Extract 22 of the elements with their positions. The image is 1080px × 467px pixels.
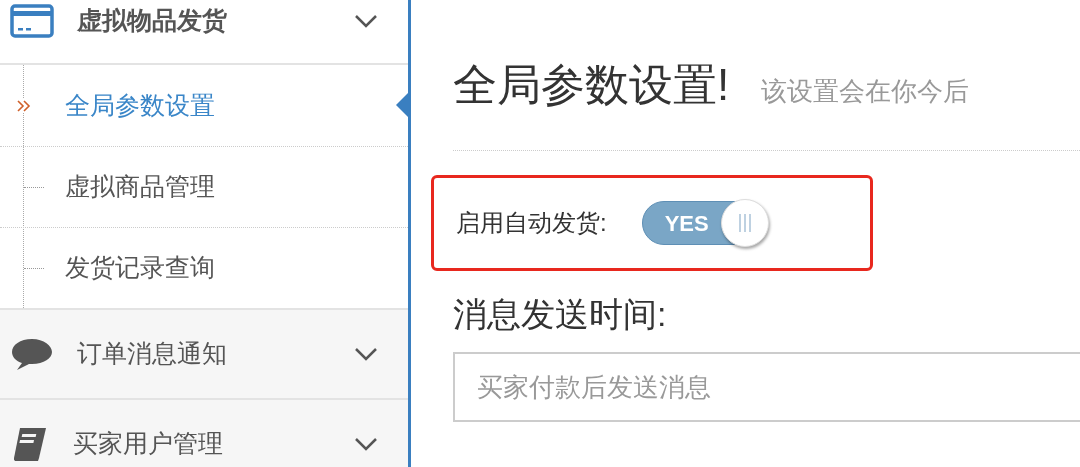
- sidebar-group-header[interactable]: 订单消息通知: [0, 310, 408, 398]
- chevron-down-icon: [354, 347, 378, 361]
- sidebar-group-header[interactable]: 虚拟物品发货: [0, 0, 408, 65]
- sidebar-group-label: 订单消息通知: [77, 338, 227, 370]
- grip-icon: [736, 212, 753, 234]
- message-time-field[interactable]: 买家付款后发送消息: [453, 352, 1080, 422]
- sidebar-group-label: 虚拟物品发货: [77, 4, 227, 36]
- double-chevron-icon: [17, 99, 31, 113]
- setting-label: 启用自动发货:: [456, 208, 607, 238]
- sidebar-group-header[interactable]: 买家用户管理: [0, 400, 408, 467]
- chevron-down-icon: [354, 437, 378, 451]
- chevron-down-icon: [354, 13, 378, 28]
- toggle-thumb[interactable]: [720, 199, 769, 247]
- active-pointer-icon: [396, 93, 408, 117]
- card-icon: [10, 3, 54, 38]
- field-label: 消息发送时间:: [453, 294, 668, 335]
- page-title: 全局参数设置!: [453, 59, 730, 111]
- sidebar-group-label: 买家用户管理: [73, 428, 223, 460]
- speech-bubble-icon: [10, 337, 54, 371]
- sidebar-item[interactable]: 虚拟商品管理: [0, 146, 408, 227]
- sidebar-item[interactable]: 全局参数设置: [0, 65, 408, 146]
- page-subtitle: 该设置会在你今后: [761, 75, 970, 108]
